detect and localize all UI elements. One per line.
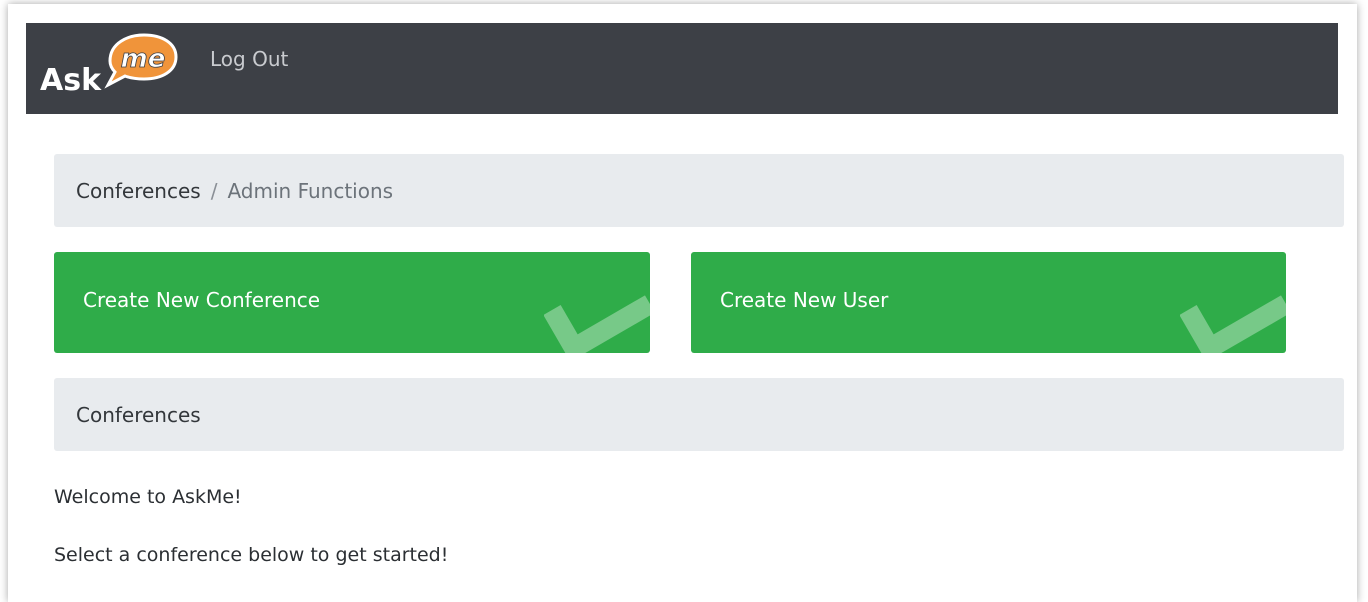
breadcrumb: Conferences / Admin Functions (54, 154, 1344, 227)
breadcrumb-item-admin-functions: Admin Functions (227, 178, 394, 203)
top-navbar: Ask me Log Out (26, 23, 1338, 114)
logout-link[interactable]: Log Out (210, 47, 288, 71)
logo-word: Ask (40, 63, 102, 98)
breadcrumb-separator: / (210, 178, 218, 203)
create-conference-label: Create New Conference (83, 288, 321, 312)
welcome-text: Welcome to AskMe! (54, 486, 242, 508)
create-user-label: Create New User (720, 288, 889, 312)
instruction-text: Select a conference below to get started… (54, 544, 449, 566)
speech-bubble-icon: me (104, 33, 178, 89)
conferences-section-header: Conferences (54, 378, 1344, 451)
askme-logo[interactable]: Ask me (38, 31, 183, 101)
breadcrumb-item-conferences[interactable]: Conferences (76, 179, 201, 203)
logo-bubble-text: me (121, 44, 166, 74)
check-icon (1180, 295, 1286, 353)
create-user-button[interactable]: Create New User (691, 252, 1286, 353)
app-window: Ask me Log Out Conferences / Admin Functio… (8, 4, 1357, 602)
create-conference-button[interactable]: Create New Conference (54, 252, 650, 353)
check-icon (544, 295, 650, 353)
section-title: Conferences (76, 402, 201, 427)
